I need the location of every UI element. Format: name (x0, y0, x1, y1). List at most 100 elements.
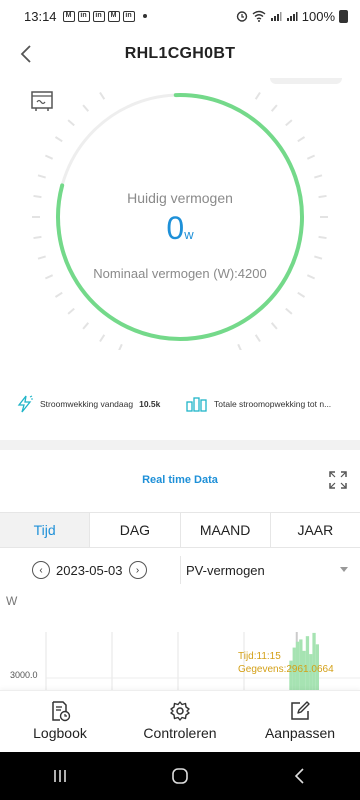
gauge-tick (54, 136, 63, 143)
stat-today: Stroomwekking vandaag 10.5k (16, 395, 181, 413)
bottom-nav: Logbook Controleren Aanpassen (0, 690, 360, 750)
gauge-tick (82, 322, 90, 330)
system-back-button[interactable] (280, 756, 320, 796)
gauge-tick (99, 91, 106, 100)
wifi-icon (252, 10, 266, 22)
nav-controleren[interactable]: Controleren (120, 691, 240, 750)
gear-icon (170, 701, 190, 721)
nav-aanpassen[interactable]: Aanpassen (240, 691, 360, 750)
tab-dag[interactable]: DAG (90, 513, 181, 547)
back-button[interactable] (14, 40, 38, 68)
date-value[interactable]: 2023-05-03 (56, 563, 123, 578)
gauge-tick (44, 154, 54, 160)
header: RHL1CGH0BT (0, 32, 360, 76)
status-time: 13:14 (24, 8, 57, 24)
battery-percent: 100% (301, 8, 335, 24)
battery-icon (339, 9, 348, 23)
status-bar: 13:14 M in in M in 100% (0, 0, 360, 32)
current-power-value: 0w (30, 210, 330, 247)
stat-today-label: Stroomwekking vandaag (40, 399, 134, 409)
home-button[interactable] (160, 756, 200, 796)
gauge-tick (254, 334, 261, 343)
gauge-tick (306, 154, 316, 160)
tooltip-time: Tijd:11:15 (238, 651, 281, 662)
inverter-icon (31, 91, 53, 111)
gauge-tick (82, 104, 90, 112)
prev-date-button[interactable]: ‹ (32, 561, 50, 579)
date-row: ‹ 2023-05-03 › PV-vermogen (0, 556, 360, 584)
realtime-title: Real time Data (142, 474, 218, 486)
tab-jaar[interactable]: JAAR (271, 513, 360, 547)
stat-today-value: 10.5k (139, 399, 161, 409)
tab-tijd[interactable]: Tijd (0, 513, 91, 547)
gauge-tick (67, 119, 75, 127)
more-notifications-icon (142, 14, 147, 18)
linkedin-icon: in (122, 10, 135, 22)
system-nav-bar (0, 752, 360, 800)
linkedin-icon: in (92, 10, 105, 22)
stat-total: Totale stroomopwekking tot n... (186, 396, 346, 412)
nav-aanpassen-label: Aanpassen (264, 725, 336, 741)
power-gauge: Huidig vermogen 0w Nominaal vermogen (W)… (30, 90, 330, 350)
back-icon (294, 768, 304, 784)
gauge-tick (270, 322, 278, 330)
signal-icon (286, 12, 298, 21)
gmail-icon: M (107, 10, 120, 22)
current-power-unit: w (184, 227, 194, 242)
gauge-tick (37, 174, 46, 179)
date-nav: ‹ 2023-05-03 › (32, 561, 147, 579)
recents-icon (54, 770, 66, 782)
chevron-right-icon: › (135, 564, 140, 576)
realtime-chart[interactable]: W 3000.0 Tijd:11:15 Gegevens:2961.0664 (0, 590, 360, 690)
gmail-icon: M (62, 10, 75, 22)
nav-logbook[interactable]: Logbook (0, 691, 120, 750)
section-divider (0, 440, 360, 450)
gauge-tick (99, 334, 106, 343)
linkedin-icon: in (77, 10, 90, 22)
nav-controleren-label: Controleren (143, 725, 217, 741)
gauge-tick (118, 343, 123, 350)
current-power-label: Huidig vermogen (127, 190, 233, 206)
caret-down-icon (340, 567, 348, 572)
gauge-tick (270, 104, 278, 112)
lightning-icon (17, 395, 33, 413)
home-icon (172, 768, 188, 784)
stats-row: Stroomwekking vandaag 10.5k Totale stroo… (0, 390, 360, 418)
status-right: 100% (236, 9, 348, 24)
tab-maand[interactable]: MAAND (181, 513, 271, 547)
stat-total-label: Totale stroomopwekking tot n... (214, 399, 332, 409)
metric-select[interactable]: PV-vermogen (180, 556, 356, 584)
current-power-number: 0 (166, 210, 185, 246)
gauge-tick (67, 307, 75, 315)
status-left: 13:14 M in in M in (24, 9, 147, 24)
bar-chart-icon (186, 397, 207, 412)
nav-logbook-label: Logbook (33, 725, 87, 741)
period-tabs: Tijd DAG MAAND JAAR (0, 512, 360, 548)
next-date-button[interactable]: › (128, 561, 147, 579)
tooltip-value: Gegevens:2961.0664 (238, 664, 334, 675)
top-pill (270, 78, 342, 84)
edit-icon (291, 701, 310, 720)
recents-button[interactable] (40, 756, 80, 796)
gauge-tick (314, 174, 323, 179)
gauge-tick (285, 307, 293, 315)
gauge-tick (54, 291, 63, 298)
gauge-tick (314, 255, 323, 260)
gauge-tick (254, 91, 261, 100)
gauge-tick (285, 119, 293, 127)
logbook-icon (52, 701, 71, 722)
nominal-power-label: Nominaal vermogen (W):4200 (93, 266, 267, 281)
chevron-left-icon (20, 45, 31, 63)
signal-icon (270, 12, 282, 21)
gauge-tick (237, 343, 242, 350)
gauge-tick (37, 255, 46, 260)
gauge-tick (297, 136, 306, 143)
gauge-tick (297, 291, 306, 298)
alarm-icon (236, 11, 247, 22)
expand-icon (329, 471, 347, 489)
metric-select-value: PV-vermogen (186, 562, 265, 578)
y-tick-label: 3000.0 (10, 670, 38, 680)
fullscreen-button[interactable] (328, 470, 348, 490)
page-title: RHL1CGH0BT (124, 45, 236, 62)
chevron-left-icon: ‹ (39, 564, 43, 576)
